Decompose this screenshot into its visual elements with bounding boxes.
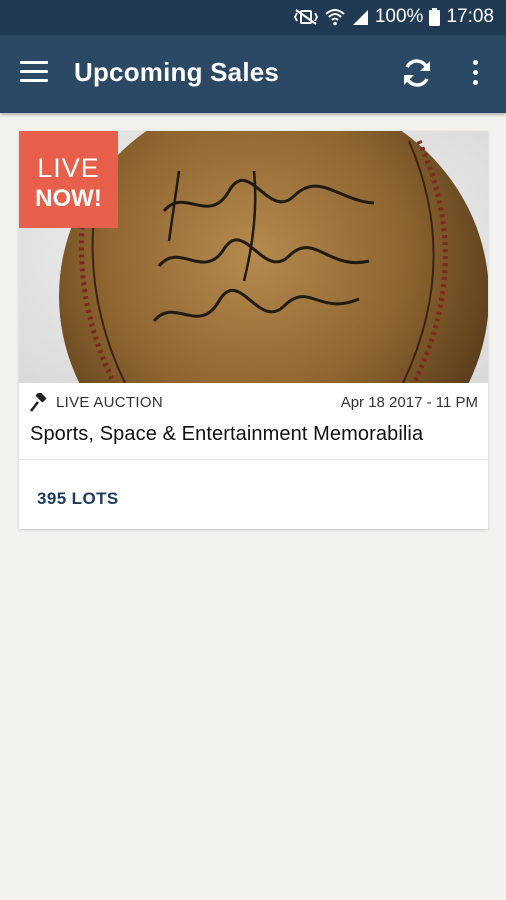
gavel-icon (29, 391, 49, 413)
status-icons: 100% 17:08 (293, 6, 494, 28)
app-bar: Upcoming Sales (0, 35, 506, 113)
sale-meta-row: LIVE AUCTION Apr 18 2017 - 11 PM (29, 391, 478, 413)
live-now-badge: LIVE NOW! (19, 131, 118, 228)
sale-title[interactable]: Sports, Space & Entertainment Memorabili… (30, 423, 423, 446)
clock: 17:08 (446, 6, 494, 27)
sale-image[interactable]: LIVE NOW! (19, 131, 488, 383)
signal-icon (351, 8, 369, 26)
lot-count[interactable]: 395 LOTS (37, 489, 119, 509)
more-vert-icon[interactable] (466, 60, 484, 88)
page-title: Upcoming Sales (74, 57, 280, 87)
vibrate-mute-icon (293, 8, 319, 26)
refresh-icon[interactable] (400, 56, 434, 90)
sale-card[interactable]: LIVE NOW! LIVE AUCTION Apr 18 2017 - 11 … (19, 131, 488, 529)
battery-level: 100% (374, 6, 424, 27)
menu-icon[interactable] (20, 61, 48, 85)
badge-live-text: LIVE (37, 153, 100, 183)
card-divider (19, 459, 488, 460)
wifi-icon (325, 8, 345, 26)
battery-icon (429, 8, 441, 26)
status-bar: 100% 17:08 (0, 0, 506, 35)
sale-type: LIVE AUCTION (56, 394, 163, 411)
badge-now-text: NOW! (35, 185, 102, 212)
sale-date: Apr 18 2017 - 11 PM (340, 394, 478, 411)
